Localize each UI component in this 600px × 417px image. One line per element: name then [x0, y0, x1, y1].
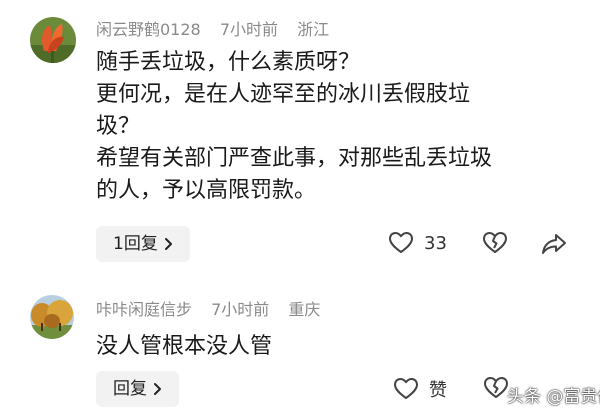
- watermark: 头条 @富贵仙: [507, 387, 600, 407]
- avatar[interactable]: [30, 17, 76, 63]
- timestamp: 7小时前: [219, 20, 279, 39]
- broken-heart-icon: [483, 232, 507, 253]
- share-button[interactable]: [541, 232, 567, 256]
- chevron-right-icon: [164, 238, 172, 250]
- like-button[interactable]: 赞: [393, 376, 447, 402]
- tree-landscape-avatar-icon: [30, 295, 74, 339]
- comment-line: 随手丢垃圾，什么素质呀？: [96, 50, 361, 75]
- dislike-button[interactable]: [483, 376, 509, 400]
- comment-text: 没人管根本没人管: [96, 331, 576, 363]
- comment-text: 随手丢垃圾，什么素质呀？ 更何况，是在人迹罕至的冰川丢假肢垃 圾？ 希望有关部门…: [96, 47, 576, 207]
- location: 重庆: [288, 300, 321, 319]
- comment-line: 的人，予以高限罚款。: [96, 178, 317, 203]
- broken-heart-icon: [484, 377, 508, 398]
- comment-line: 圾？: [96, 114, 141, 139]
- like-label: 赞: [429, 380, 447, 401]
- reply-label: 1回复: [113, 234, 158, 254]
- reply-label: 回复: [113, 379, 147, 399]
- reply-button[interactable]: 1回复: [96, 226, 190, 262]
- like-button[interactable]: 33: [388, 231, 447, 255]
- location: 浙江: [297, 20, 330, 39]
- share-arrow-icon: [542, 234, 566, 254]
- comment-line: 没人管根本没人管: [96, 334, 273, 359]
- dislike-button[interactable]: [482, 231, 508, 255]
- timestamp: 7小时前: [211, 300, 270, 319]
- comment-line: 更何况，是在人迹罕至的冰川丢假肢垃: [96, 82, 471, 107]
- like-count: 33: [424, 232, 447, 254]
- red-flower-avatar-icon: [30, 17, 76, 63]
- comment-line: 希望有关部门严查此事，对那些乱丢垃圾: [96, 146, 493, 171]
- reply-button[interactable]: 回复: [96, 371, 179, 407]
- chevron-right-icon: [154, 383, 161, 395]
- comment-meta: 咔咔闲庭信步 7小时前 重庆: [96, 300, 334, 320]
- username[interactable]: 闲云野鹤0128: [96, 20, 201, 39]
- comment-item: 闲云野鹤0128 7小时前 浙江 随手丢垃圾，什么素质呀？ 更何况，是在人迹罕至…: [0, 0, 600, 290]
- avatar[interactable]: [30, 295, 74, 339]
- comment-meta: 闲云野鹤0128 7小时前 浙江: [96, 20, 343, 40]
- heart-icon: [389, 232, 413, 253]
- heart-icon: [394, 378, 418, 399]
- username[interactable]: 咔咔闲庭信步: [96, 300, 192, 319]
